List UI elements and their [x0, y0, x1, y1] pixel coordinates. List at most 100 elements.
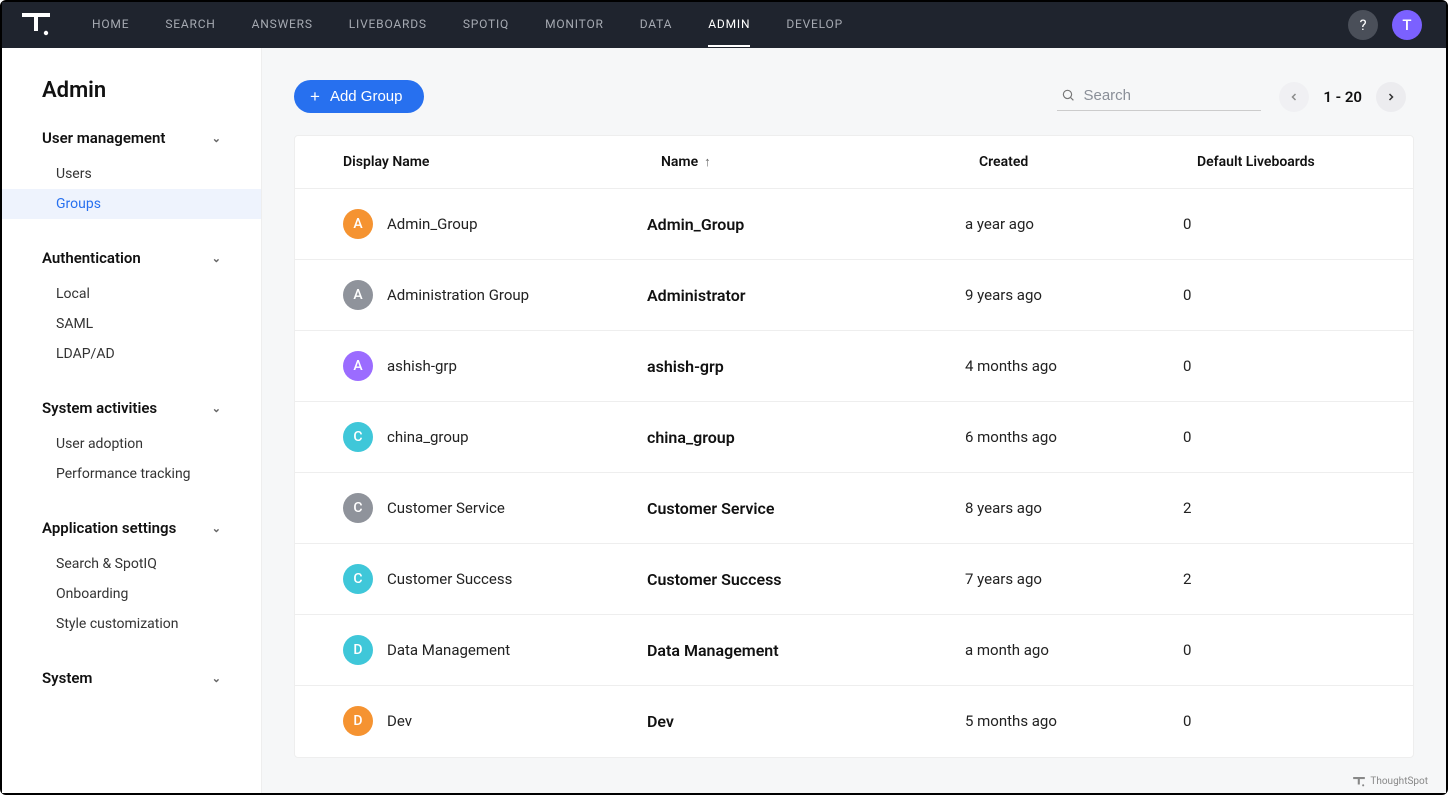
cell-default-liveboards: 0 [1183, 357, 1393, 375]
cell-created: 4 months ago [965, 357, 1183, 375]
nav-item-answers[interactable]: ANSWERS [252, 3, 313, 47]
content-area: + Add Group 1 - 20 [262, 48, 1446, 793]
cell-name: Customer Success [647, 570, 965, 589]
table-row[interactable]: DData ManagementData Managementa month a… [295, 615, 1413, 686]
col-header-display-name[interactable]: Display Name [343, 154, 661, 170]
col-header-name-label: Name [661, 154, 698, 170]
pager-prev-button[interactable] [1279, 82, 1309, 112]
sidebar-item-local[interactable]: Local [2, 279, 261, 309]
table-row[interactable]: Aashish-grpashish-grp4 months ago0 [295, 331, 1413, 402]
nav-item-spotiq[interactable]: SPOTIQ [463, 3, 509, 47]
sidebar-item-onboarding[interactable]: Onboarding [2, 579, 261, 609]
sidebar-item-saml[interactable]: SAML [2, 309, 261, 339]
nav-item-develop[interactable]: DEVELOP [786, 3, 843, 47]
sidebar-section-system[interactable]: System ⌄ [2, 661, 261, 695]
cell-default-liveboards: 0 [1183, 641, 1393, 659]
footer-logo-icon [1353, 777, 1365, 787]
sidebar-item-user-adoption[interactable]: User adoption [2, 429, 261, 459]
sidebar-section-label: System activities [42, 399, 157, 417]
nav-item-home[interactable]: HOME [92, 3, 129, 47]
sidebar-item-style-customization[interactable]: Style customization [2, 609, 261, 639]
search-box[interactable] [1057, 83, 1261, 111]
sidebar-title: Admin [2, 78, 261, 121]
cell-default-liveboards: 0 [1183, 428, 1393, 446]
sidebar-section-label: Application settings [42, 519, 176, 537]
chevron-down-icon: ⌄ [212, 522, 221, 535]
nav-item-admin[interactable]: ADMIN [708, 3, 750, 47]
cell-created: 6 months ago [965, 428, 1183, 446]
groups-table: Display Name Name ↑ Created Default Live… [294, 135, 1414, 758]
search-input[interactable] [1083, 87, 1253, 104]
table-row[interactable]: AAdministration GroupAdministrator9 year… [295, 260, 1413, 331]
sidebar-section-system-activities[interactable]: System activities ⌄ [2, 391, 261, 425]
col-header-created[interactable]: Created [979, 154, 1197, 170]
group-avatar: D [343, 706, 373, 736]
search-icon [1061, 87, 1075, 103]
nav-item-data[interactable]: DATA [640, 3, 673, 47]
footer-brand: ThoughtSpot [1353, 776, 1428, 787]
group-avatar: A [343, 209, 373, 239]
cell-display-name: Data Management [387, 641, 510, 659]
cell-display-name: china_group [387, 428, 469, 446]
cell-name: Administrator [647, 286, 965, 305]
col-header-name[interactable]: Name ↑ [661, 154, 979, 170]
app-logo[interactable] [20, 9, 52, 41]
sidebar-section-label: Authentication [42, 249, 141, 267]
cell-created: 8 years ago [965, 499, 1183, 517]
sidebar-item-groups[interactable]: Groups [2, 189, 261, 219]
cell-name: china_group [647, 428, 965, 447]
nav-items: HOME SEARCH ANSWERS LIVEBOARDS SPOTIQ MONITOR… [92, 3, 843, 47]
table-row[interactable]: CCustomer ServiceCustomer Service8 years… [295, 473, 1413, 544]
table-header-row: Display Name Name ↑ Created Default Live… [295, 136, 1413, 189]
cell-default-liveboards: 0 [1183, 286, 1393, 304]
cell-name: Admin_Group [647, 215, 965, 234]
sort-ascending-icon: ↑ [704, 154, 711, 170]
cell-name: ashish-grp [647, 357, 965, 376]
cell-display-name: Admin_Group [387, 215, 478, 233]
nav-item-liveboards[interactable]: LIVEBOARDS [349, 3, 427, 47]
pager-next-button[interactable] [1376, 82, 1406, 112]
footer-brand-label: ThoughtSpot [1370, 776, 1428, 787]
group-avatar: C [343, 564, 373, 594]
cell-display-name: ashish-grp [387, 357, 457, 375]
chevron-down-icon: ⌄ [212, 672, 221, 685]
cell-created: 7 years ago [965, 570, 1183, 588]
cell-created: a year ago [965, 215, 1183, 233]
sidebar-section-authentication[interactable]: Authentication ⌄ [2, 241, 261, 275]
group-avatar: C [343, 493, 373, 523]
cell-default-liveboards: 0 [1183, 712, 1393, 730]
sidebar-item-search-spotiq[interactable]: Search & SpotIQ [2, 549, 261, 579]
sidebar-item-users[interactable]: Users [2, 159, 261, 189]
sidebar-item-ldap-ad[interactable]: LDAP/AD [2, 339, 261, 369]
sidebar-section-label: System [42, 669, 92, 687]
table-row[interactable]: CCustomer SuccessCustomer Success7 years… [295, 544, 1413, 615]
col-header-default-liveboards[interactable]: Default Liveboards [1197, 154, 1393, 170]
cell-default-liveboards: 2 [1183, 499, 1393, 517]
help-button[interactable]: ? [1348, 10, 1378, 40]
cell-display-name: Customer Service [387, 499, 505, 517]
user-avatar[interactable]: T [1392, 10, 1422, 40]
group-avatar: A [343, 280, 373, 310]
add-group-label: Add Group [330, 88, 403, 105]
table-row[interactable]: DDevDev5 months ago0 [295, 686, 1413, 756]
group-avatar: D [343, 635, 373, 665]
nav-item-search[interactable]: SEARCH [165, 3, 215, 47]
chevron-down-icon: ⌄ [212, 252, 221, 265]
add-group-button[interactable]: + Add Group [294, 80, 424, 113]
chevron-down-icon: ⌄ [212, 402, 221, 415]
group-avatar: C [343, 422, 373, 452]
pager-range: 1 - 20 [1323, 88, 1362, 106]
table-row[interactable]: AAdmin_GroupAdmin_Groupa year ago0 [295, 189, 1413, 260]
cell-display-name: Customer Success [387, 570, 512, 588]
sidebar-section-user-management[interactable]: User management⌄ [2, 121, 261, 155]
cell-name: Customer Service [647, 499, 965, 518]
cell-default-liveboards: 2 [1183, 570, 1393, 588]
sidebar-item-performance-tracking[interactable]: Performance tracking [2, 459, 261, 489]
admin-sidebar: Admin User management⌄ UsersGroups Authent… [2, 48, 262, 793]
group-avatar: A [343, 351, 373, 381]
cell-created: 9 years ago [965, 286, 1183, 304]
nav-item-monitor[interactable]: MONITOR [545, 3, 604, 47]
sidebar-section-application-settings[interactable]: Application settings ⌄ [2, 511, 261, 545]
cell-name: Data Management [647, 641, 965, 660]
table-row[interactable]: Cchina_groupchina_group6 months ago0 [295, 402, 1413, 473]
